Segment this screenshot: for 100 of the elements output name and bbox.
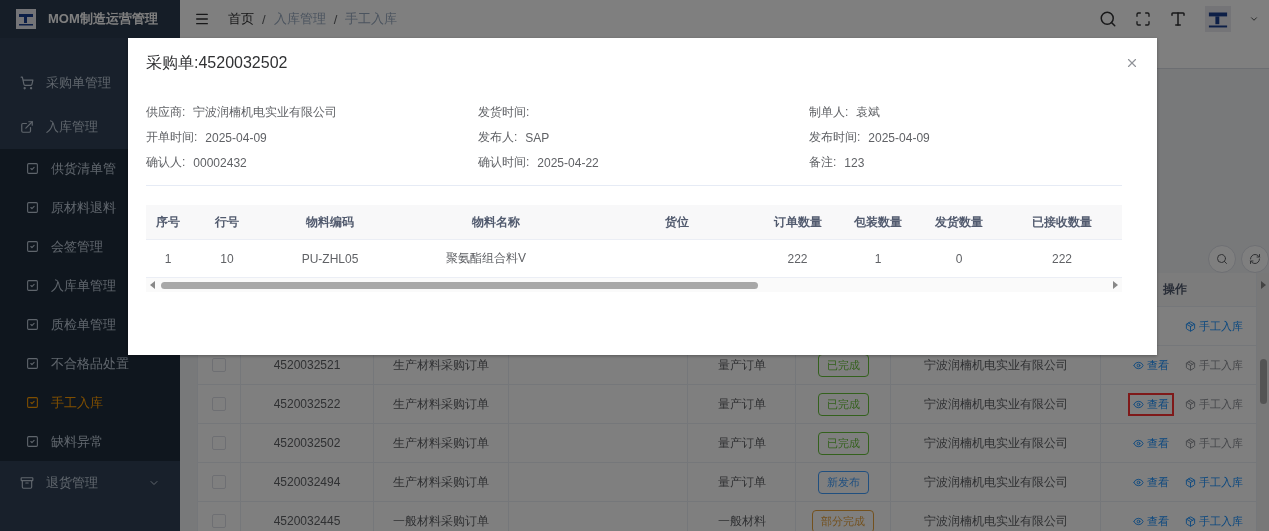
- table-cell: 宁波润楠机电实业有限公司: [923, 356, 1068, 374]
- dialog-title: 采购单:4520032502: [146, 52, 288, 73]
- table-cell: 一般材料采购订单: [393, 512, 489, 530]
- table-cell: 生产材料采购订单: [393, 473, 489, 491]
- package-icon: [1185, 398, 1196, 410]
- breadcrumb-link[interactable]: 首页: [228, 10, 254, 28]
- table-cell: 聚氨酯组合料V: [446, 250, 526, 267]
- column-header: 发货数量: [935, 213, 983, 231]
- package-icon: [1185, 437, 1196, 449]
- table-cell: 4520032494: [273, 475, 341, 489]
- status-tag: 已完成: [817, 392, 869, 416]
- table-cell: 1: [164, 251, 172, 266]
- stock-in-link[interactable]: 手工入库: [1182, 511, 1246, 531]
- field-label: 确认人:: [146, 154, 186, 171]
- field-label: 发布时间:: [809, 129, 861, 146]
- table-cell: 10: [220, 251, 234, 266]
- package-icon: [1185, 320, 1196, 332]
- field-label: 制单人:: [809, 104, 849, 121]
- menu-item[interactable]: 退货管理: [0, 461, 180, 505]
- table-cell: 生产材料采购订单: [393, 434, 489, 452]
- field-value: 宁波润楠机电实业有限公司: [193, 104, 338, 121]
- eye-icon: [1133, 359, 1144, 371]
- field-label: 备注:: [809, 154, 837, 171]
- table-cell: 0: [955, 251, 963, 266]
- scroll-right-arrow-icon[interactable]: [1113, 281, 1118, 289]
- submenu-item[interactable]: 入库单管理: [0, 266, 180, 305]
- table-cell: 4520032445: [273, 514, 341, 528]
- search-icon: [1099, 10, 1117, 28]
- field-label: 开单时间:: [146, 129, 198, 146]
- table-cell: 222: [1052, 251, 1072, 266]
- view-link[interactable]: 查看: [1130, 394, 1172, 414]
- breadcrumb-separator: /: [333, 11, 338, 27]
- close-button[interactable]: [1125, 56, 1139, 70]
- scrollbar-thumb[interactable]: [1259, 359, 1267, 404]
- table-cell: 1: [874, 251, 882, 266]
- checkbox-icon: [26, 396, 39, 409]
- submenu-item[interactable]: 不合格品处置: [0, 344, 180, 383]
- table-cell: 4520032522: [273, 397, 341, 411]
- field-value: 00002432: [193, 155, 247, 170]
- search-button[interactable]: [1208, 245, 1236, 273]
- table-cell: 宁波润楠机电实业有限公司: [923, 395, 1068, 413]
- table-cell: 一般材料: [717, 512, 766, 530]
- field-label: 确认时间:: [478, 154, 530, 171]
- breadcrumb-separator: /: [262, 11, 266, 27]
- cart-icon: [20, 76, 34, 90]
- logo-icon: [1205, 6, 1231, 32]
- table-cell: 量产订单: [717, 356, 766, 374]
- column-header: 操作: [1163, 281, 1187, 298]
- checkbox-icon: [26, 318, 39, 331]
- column-header: 已接收数量: [1032, 213, 1092, 231]
- scroll-left-arrow-icon[interactable]: [150, 281, 155, 289]
- package-icon: [1185, 515, 1196, 527]
- field-value: 2025-04-22: [537, 155, 599, 170]
- eye-icon: [1133, 437, 1144, 449]
- table-cell: 222: [787, 251, 808, 266]
- eye-icon: [1133, 398, 1144, 410]
- field-value: 123: [844, 155, 865, 170]
- view-link[interactable]: 查看: [1130, 433, 1172, 453]
- submenu-item[interactable]: 缺料异常: [0, 422, 180, 461]
- status-tag: 部分完成: [812, 509, 874, 531]
- fullscreen-icon: [1135, 11, 1151, 27]
- stock-in-link[interactable]: 手工入库: [1182, 472, 1246, 492]
- table-cell: 量产订单: [717, 434, 766, 452]
- field-value: SAP: [525, 130, 550, 145]
- submenu-item[interactable]: 质检单管理: [0, 305, 180, 344]
- package-icon: [1185, 359, 1196, 371]
- field-value: 2025-04-09: [868, 130, 930, 145]
- table-cell: 宁波润楠机电实业有限公司: [923, 434, 1068, 452]
- table-cell: 宁波润楠机电实业有限公司: [923, 473, 1068, 491]
- checkbox-icon: [26, 201, 39, 214]
- package-icon: [1185, 476, 1196, 488]
- status-tag: 新发布: [817, 470, 869, 494]
- caret-icon: [1249, 14, 1259, 24]
- checkbox-icon: [26, 357, 39, 370]
- horizontal-scrollbar[interactable]: [146, 278, 1122, 292]
- checkbox-icon: [26, 435, 39, 448]
- table-cell: 量产订单: [717, 395, 766, 413]
- column-header: 物料名称: [472, 213, 520, 231]
- refresh-button[interactable]: [1241, 245, 1269, 273]
- submenu-item[interactable]: 手工入库: [0, 383, 180, 422]
- column-header: 行号: [215, 213, 239, 231]
- search-icon: [1216, 253, 1228, 265]
- column-header: 物料编码: [306, 213, 354, 231]
- view-link[interactable]: 查看: [1130, 511, 1172, 531]
- external-link-icon: [20, 120, 34, 134]
- checkbox-icon: [26, 240, 39, 253]
- status-tag: 已完成: [817, 431, 869, 455]
- app-title: MOM制造运营管理: [48, 10, 158, 28]
- table-cell: 4520032502: [273, 436, 341, 450]
- menu-icon: [194, 11, 210, 27]
- stock-in-link[interactable]: 手工入库: [1182, 316, 1246, 336]
- view-link[interactable]: 查看: [1130, 472, 1172, 492]
- eye-icon: [1133, 515, 1144, 527]
- column-header: 货位: [664, 213, 689, 231]
- column-header: 订单数量: [773, 213, 822, 231]
- view-link[interactable]: 查看: [1130, 355, 1172, 375]
- font-size-icon: [1169, 10, 1187, 28]
- column-header: 序号: [156, 213, 180, 231]
- table-cell: 4520032521: [273, 358, 341, 372]
- field-value: 袁斌: [856, 104, 881, 121]
